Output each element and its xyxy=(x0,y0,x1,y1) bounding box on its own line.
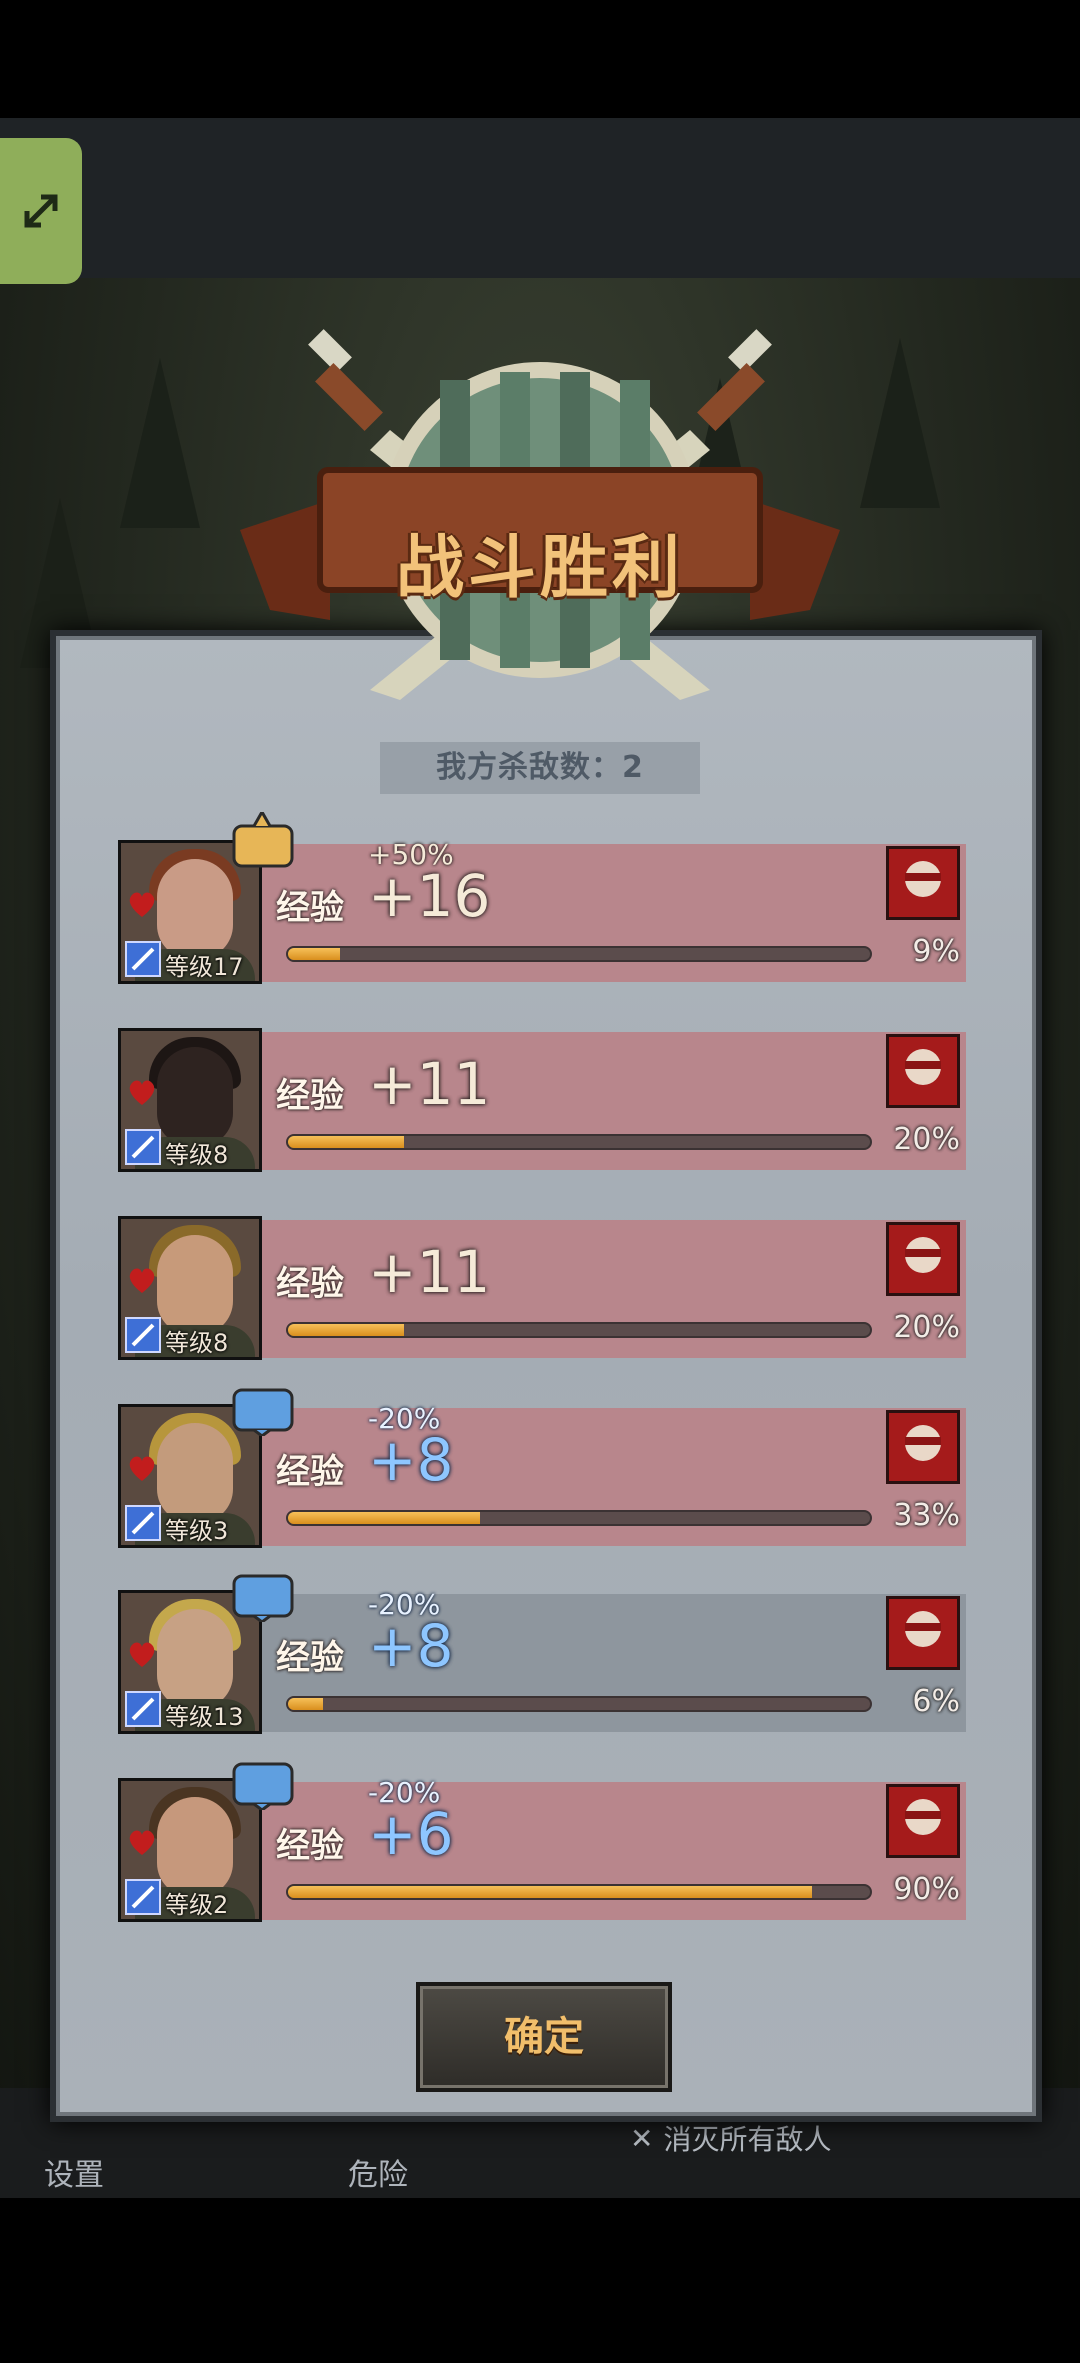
face xyxy=(157,1609,233,1709)
exp-progress-fill xyxy=(288,1512,481,1524)
hero-row: 等级8 经验 +11 20% xyxy=(118,1028,966,1172)
injury-status-icon[interactable] xyxy=(886,1034,960,1108)
exp-percent: 20% xyxy=(893,1310,960,1345)
exp-gain: +8 xyxy=(368,1426,454,1494)
hero-level: 等级2 xyxy=(165,1891,229,1919)
danger-button[interactable]: 危险 xyxy=(348,2150,408,2194)
kill-count: 我方杀敌数：2 xyxy=(380,742,700,794)
exp-gain: +8 xyxy=(368,1612,454,1680)
thumbs-down-icon xyxy=(232,1762,294,1810)
hero-row: 等级2 -20% 经验 +6 90% xyxy=(118,1762,966,1922)
weapon-class-icon xyxy=(125,1129,161,1165)
exp-gain: +16 xyxy=(368,862,491,930)
exp-percent: 20% xyxy=(893,1122,960,1157)
exp-gain: +11 xyxy=(368,1238,491,1306)
exp-percent: 6% xyxy=(912,1684,960,1719)
exp-label: 经验 xyxy=(276,1452,344,1492)
hero-portrait[interactable]: 等级8 xyxy=(118,1028,262,1172)
injury-status-icon[interactable] xyxy=(886,1596,960,1670)
anatomy-heart-icon xyxy=(129,1830,155,1855)
injury-status-icon[interactable] xyxy=(886,1410,960,1484)
thumbs-down-icon xyxy=(232,1574,294,1622)
exp-label: 经验 xyxy=(276,888,344,928)
exp-percent: 9% xyxy=(912,934,960,969)
crossed-swords-icon: ✕ xyxy=(630,2121,654,2155)
exp-progress-fill xyxy=(288,1136,405,1148)
exp-progress-bar xyxy=(286,946,872,962)
exp-label: 经验 xyxy=(276,1826,344,1866)
weapon-class-icon xyxy=(125,1505,161,1541)
expand-button[interactable] xyxy=(0,138,82,284)
hero-row: 等级3 -20% 经验 +8 33% xyxy=(118,1388,966,1548)
exp-progress-bar xyxy=(286,1322,872,1338)
face xyxy=(157,1797,233,1897)
exp-progress-fill xyxy=(288,1698,323,1710)
anatomy-heart-icon xyxy=(129,1642,155,1667)
objective-text: 消灭所有敌人 xyxy=(663,2123,832,2156)
thumbs-up-icon xyxy=(232,812,294,868)
weapon-class-icon xyxy=(125,941,161,977)
exp-progress-bar xyxy=(286,1134,872,1150)
hero-level: 等级3 xyxy=(165,1517,229,1545)
face xyxy=(157,1235,233,1335)
top-bar xyxy=(0,118,1080,278)
hero-level: 等级8 xyxy=(165,1141,229,1169)
victory-title: 战斗胜利 xyxy=(395,529,684,608)
face xyxy=(157,1047,233,1147)
injury-status-icon[interactable] xyxy=(886,1784,960,1858)
exp-label: 经验 xyxy=(276,1264,344,1304)
hero-portrait[interactable]: 等级8 xyxy=(118,1216,262,1360)
anatomy-heart-icon xyxy=(129,892,155,917)
injury-status-icon[interactable] xyxy=(886,1222,960,1296)
exp-progress-bar xyxy=(286,1696,872,1712)
weapon-class-icon xyxy=(125,1317,161,1353)
exp-percent: 90% xyxy=(893,1872,960,1907)
exp-progress-fill xyxy=(288,1324,405,1336)
hero-row: 等级17 +50% 经验 +16 9% xyxy=(118,812,966,984)
anatomy-heart-icon xyxy=(129,1080,155,1105)
exp-progress-fill xyxy=(288,948,341,960)
exp-gain: +11 xyxy=(368,1050,491,1118)
weapon-class-icon xyxy=(125,1691,161,1727)
exp-progress-bar xyxy=(286,1884,872,1900)
objective-hint: ✕ 消灭所有敌人 xyxy=(630,2118,831,2158)
confirm-button[interactable]: 确定 xyxy=(416,1982,672,2092)
hero-row: 等级13 -20% 经验 +8 6% xyxy=(118,1574,966,1734)
hero-level: 等级8 xyxy=(165,1329,229,1357)
hero-level: 等级13 xyxy=(165,1703,244,1731)
weapon-class-icon xyxy=(125,1879,161,1915)
thumbs-down-icon xyxy=(232,1388,294,1436)
exp-label: 经验 xyxy=(276,1638,344,1678)
exp-gain: +6 xyxy=(368,1800,454,1868)
settings-button[interactable]: 设置 xyxy=(44,2150,104,2194)
hero-level: 等级17 xyxy=(165,953,244,981)
face xyxy=(157,1423,233,1523)
exp-percent: 33% xyxy=(893,1498,960,1533)
exp-progress-bar xyxy=(286,1510,872,1526)
injury-status-icon[interactable] xyxy=(886,846,960,920)
anatomy-heart-icon xyxy=(129,1456,155,1481)
hero-row: 等级8 经验 +11 20% xyxy=(118,1216,966,1360)
exp-label: 经验 xyxy=(276,1076,344,1116)
anatomy-heart-icon xyxy=(129,1268,155,1293)
face xyxy=(157,859,233,959)
exp-progress-fill xyxy=(288,1886,812,1898)
expand-icon xyxy=(24,194,58,228)
